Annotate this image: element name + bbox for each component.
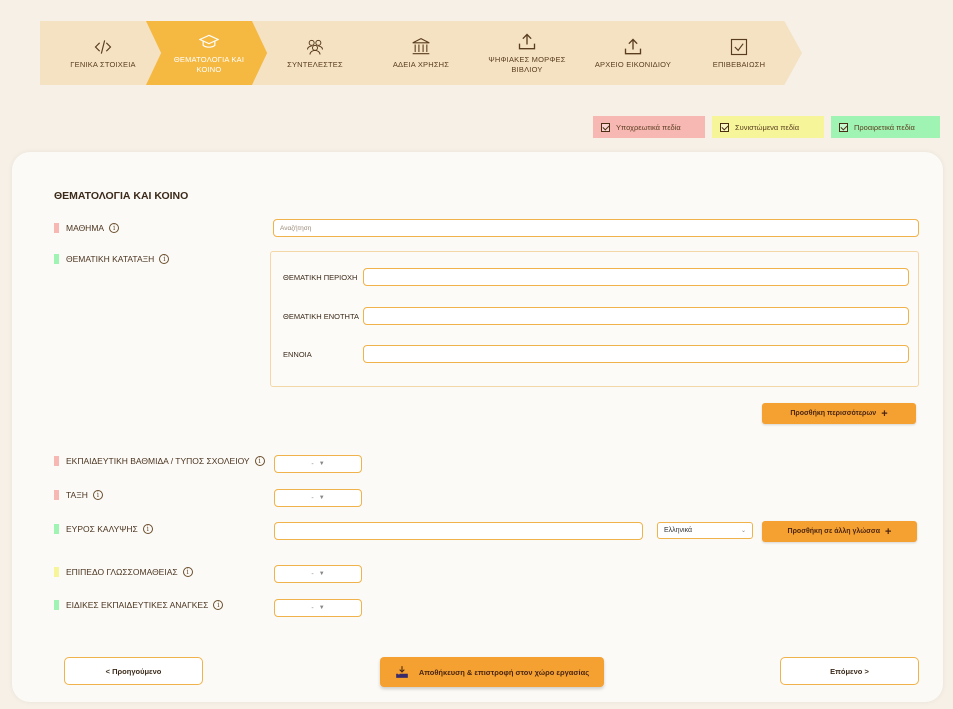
graduation-cap-icon: [199, 34, 219, 48]
previous-button[interactable]: < Προηγούμενο: [64, 657, 203, 685]
step-license[interactable]: ΑΔΕΙΑ ΧΡΗΣΗΣ: [358, 21, 484, 85]
chevron-down-icon: ▼: [318, 461, 325, 467]
chevron-down-icon: ▼: [318, 571, 325, 577]
add-language-button[interactable]: Προσθήκη σε άλλη γλώσσα +: [762, 521, 917, 542]
upload-icon: [518, 33, 536, 50]
language-level-label: ΕΠΙΠΕΔΟ ΓΛΩΣΣΟΜΑΘΕΙΑΣ i: [54, 567, 193, 577]
special-needs-label-text: ΕΙΔΙΚΕΣ ΕΚΠΑΙΔΕΥΤΙΚΕΣ ΑΝΑΓΚΕΣ: [66, 600, 209, 610]
previous-label: < Προηγούμενο: [105, 666, 162, 676]
legend-optional-label: Προαιρετικά πεδία: [854, 122, 915, 132]
info-icon[interactable]: i: [254, 456, 265, 466]
legend-recommended: Συνιστώμενα πεδία: [712, 116, 824, 138]
required-marker: [54, 490, 59, 500]
required-marker: [54, 223, 59, 233]
download-tray-icon: [396, 666, 408, 678]
add-language-label: Προσθήκη σε άλλη γλώσσα: [787, 528, 881, 535]
step-label: ΣΥΝΤΕΛΕΣΤΕΣ: [287, 59, 343, 69]
info-icon[interactable]: i: [182, 567, 193, 577]
institution-icon: [412, 37, 430, 55]
coverage-label: ΕΥΡΟΣ ΚΑΛΥΨΗΣ i: [54, 524, 153, 534]
subject-label-text: ΜΑΘΗΜΑ: [66, 223, 105, 233]
info-icon[interactable]: i: [159, 254, 170, 264]
step-label: ΘΕΜΑΤΟΛΟΓΙΑ ΚΑΙ ΚΟΙΝΟ: [173, 55, 245, 74]
dropdown-value: -: [311, 570, 314, 578]
checkbox-icon: [839, 122, 848, 132]
next-label: Επόμενο >: [830, 666, 869, 676]
subject-placeholder: Αναζήτηση: [280, 224, 312, 232]
language-level-dropdown[interactable]: - ▼: [274, 565, 362, 583]
dropdown-value: -: [311, 460, 314, 468]
grade-label-text: ΤΑΞΗ: [66, 490, 88, 500]
special-needs-label: ΕΙΔΙΚΕΣ ΕΚΠΑΙΔΕΥΤΙΚΕΣ ΑΝΑΓΚΕΣ i: [54, 600, 224, 610]
dropdown-value: -: [311, 604, 314, 612]
education-level-dropdown[interactable]: - ▼: [274, 455, 362, 473]
dropdown-value: -: [311, 494, 314, 502]
recommended-marker: [54, 567, 59, 577]
step-icon-file[interactable]: ΑΡΧΕΙΟ ΕΙΚΟΝΙΔΙΟΥ: [570, 21, 696, 85]
grade-dropdown[interactable]: - ▼: [274, 489, 362, 507]
progress-stepper: ΓΕΝΙΚΑ ΣΤΟΙΧΕΙΑ ΘΕΜΑΤΟΛΟΓΙΑ ΚΑΙ ΚΟΙΝΟ ΣΥ…: [40, 21, 880, 85]
language-select[interactable]: Ελληνικά ⌄: [657, 522, 753, 539]
checkbox-icon: [720, 122, 729, 132]
upload-icon: [624, 38, 642, 55]
legend-recommended-label: Συνιστώμενα πεδία: [735, 122, 800, 132]
classification-label-text: ΘΕΜΑΤΙΚΗ ΚΑΤΑΤΑΞΗ: [66, 254, 155, 264]
chevron-down-icon: ⌄: [740, 528, 746, 534]
required-marker: [54, 456, 59, 466]
users-icon: [307, 39, 323, 55]
add-more-button[interactable]: Προσθήκη περισσότερων +: [762, 403, 916, 424]
step-general-info[interactable]: ΓΕΝΙΚΑ ΣΤΟΙΧΕΙΑ: [40, 21, 166, 85]
language-level-label-text: ΕΠΙΠΕΔΟ ΓΛΩΣΣΟΜΑΘΕΙΑΣ: [66, 567, 178, 577]
thematic-unit-label: ΘΕΜΑΤΙΚΗ ΕΝΟΤΗΤΑ: [283, 312, 359, 321]
chevron-down-icon: ▼: [318, 605, 325, 611]
step-topics-audience[interactable]: ΘΕΜΑΤΟΛΟΓΙΑ ΚΑΙ ΚΟΙΝΟ: [146, 21, 272, 85]
info-icon[interactable]: i: [92, 490, 103, 500]
coverage-label-text: ΕΥΡΟΣ ΚΑΛΥΨΗΣ: [66, 524, 138, 534]
step-label: ΑΔΕΙΑ ΧΡΗΣΗΣ: [392, 59, 450, 69]
optional-marker: [54, 254, 59, 264]
thematic-area-input[interactable]: [363, 268, 909, 286]
thematic-area-label: ΘΕΜΑΤΙΚΗ ΠΕΡΙΟΧΗ: [283, 273, 358, 282]
legend-required: Υποχρεωτικά πεδία: [593, 116, 705, 138]
step-contributors[interactable]: ΣΥΝΤΕΛΕΣΤΕΣ: [252, 21, 378, 85]
legend-optional: Προαιρετικά πεδία: [831, 116, 940, 138]
education-level-label-text: ΕΚΠΑΙΔΕΥΤΙΚΗ ΒΑΘΜΙΔΑ / ΤΥΠΟΣ ΣΧΟΛΕΙΟΥ: [66, 456, 250, 466]
classification-label: ΘΕΜΑΤΙΚΗ ΚΑΤΑΤΑΞΗ i: [54, 254, 170, 264]
checkbox-icon: [601, 122, 610, 132]
plus-icon: +: [881, 407, 888, 420]
concept-label: ΕΝΝΟΙΑ: [283, 350, 312, 359]
subject-label: ΜΑΘΗΜΑ i: [54, 223, 120, 233]
info-icon[interactable]: i: [109, 223, 120, 233]
education-level-label: ΕΚΠΑΙΔΕΥΤΙΚΗ ΒΑΘΜΙΔΑ / ΤΥΠΟΣ ΣΧΟΛΕΙΟΥ i: [54, 456, 265, 466]
chevron-down-icon: ▼: [318, 495, 325, 501]
legend-required-label: Υποχρεωτικά πεδία: [616, 122, 681, 132]
coverage-input[interactable]: [274, 522, 643, 540]
step-label: ΕΠΙΒΕΒΑΙΩΣΗ: [712, 59, 766, 69]
concept-input[interactable]: [363, 345, 909, 363]
step-label: ΨΗΦΙΑΚΕΣ ΜΟΡΦΕΣ ΒΙΒΛΙΟΥ: [488, 55, 566, 74]
grade-label: ΤΑΞΗ i: [54, 490, 103, 500]
next-button[interactable]: Επόμενο >: [780, 657, 919, 685]
add-more-label: Προσθήκη περισσότερων: [790, 410, 877, 417]
subject-search-input[interactable]: Αναζήτηση: [273, 219, 919, 237]
step-confirmation[interactable]: ΕΠΙΒΕΒΑΙΩΣΗ: [676, 21, 802, 85]
language-value: Ελληνικά: [664, 527, 693, 534]
info-icon[interactable]: i: [142, 524, 153, 534]
section-title: ΘΕΜΑΤΟΛΟΓΙΑ ΚΑΙ ΚΟΙΝΟ: [54, 190, 189, 202]
thematic-unit-input[interactable]: [363, 307, 909, 325]
step-label: ΑΡΧΕΙΟ ΕΙΚΟΝΙΔΙΟΥ: [594, 59, 672, 69]
optional-marker: [54, 524, 59, 534]
step-digital-formats[interactable]: ΨΗΦΙΑΚΕΣ ΜΟΡΦΕΣ ΒΙΒΛΙΟΥ: [464, 21, 590, 85]
checkbox-icon: [730, 38, 748, 55]
special-needs-dropdown[interactable]: - ▼: [274, 599, 362, 617]
plus-icon: +: [885, 525, 892, 538]
save-and-return-button[interactable]: Αποθήκευση & επιστροφή στον χώρο εργασία…: [380, 657, 604, 687]
code-icon: [94, 40, 112, 54]
save-label: Αποθήκευση & επιστροφή στον χώρο εργασία…: [418, 667, 590, 677]
info-icon[interactable]: i: [213, 600, 224, 610]
step-label: ΓΕΝΙΚΑ ΣΤΟΙΧΕΙΑ: [70, 59, 136, 69]
optional-marker: [54, 600, 59, 610]
